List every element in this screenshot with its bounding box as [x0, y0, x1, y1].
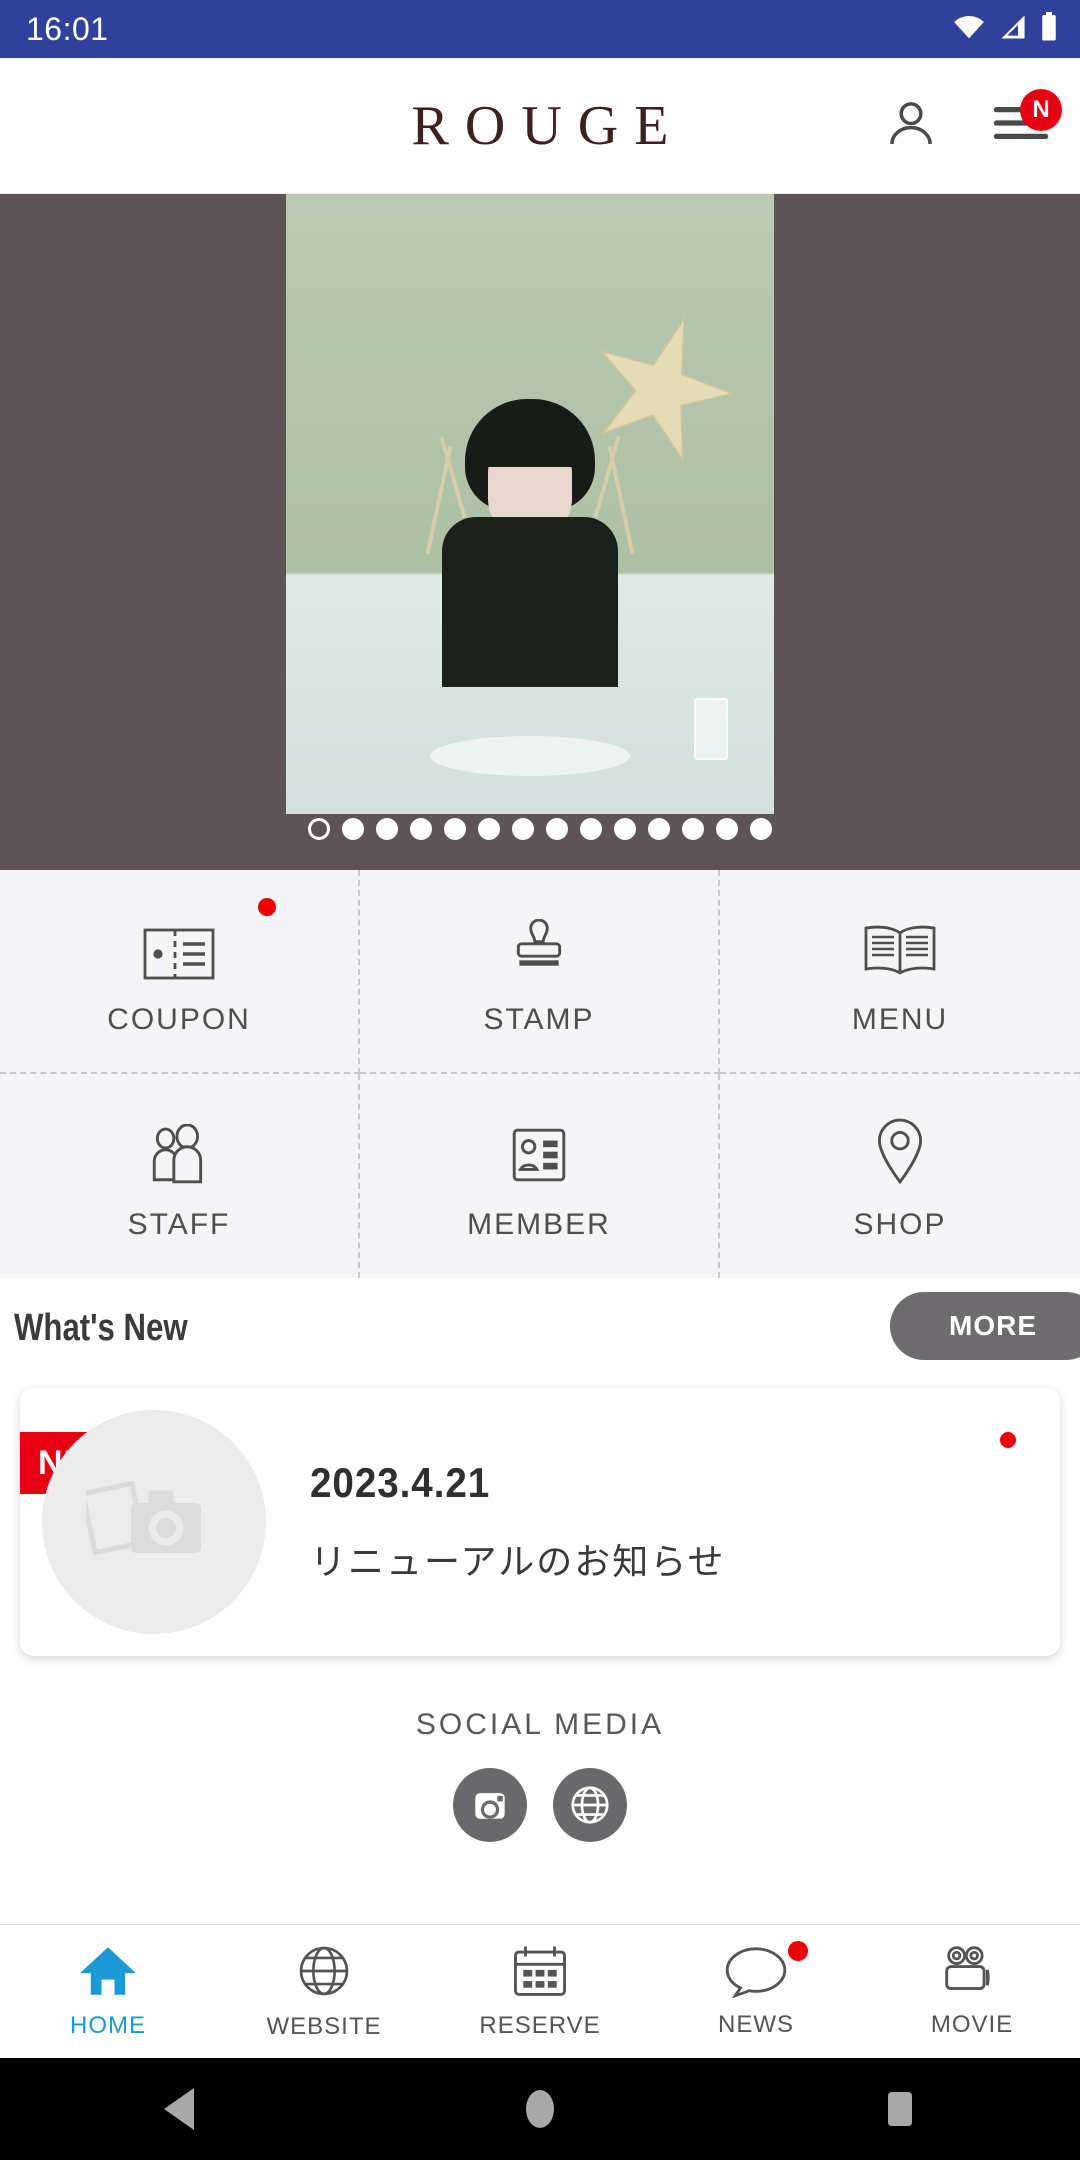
grid-item-shop[interactable]: SHOP [720, 1074, 1080, 1278]
carousel-dot[interactable] [478, 818, 500, 840]
header-actions: N [880, 88, 1062, 157]
open-book-icon [862, 905, 938, 981]
hero-glass [694, 698, 728, 760]
carousel-dot[interactable] [716, 818, 738, 840]
grid-item-stamp[interactable]: STAMP [360, 870, 720, 1074]
news-title: リニューアルのお知らせ [310, 1541, 726, 1582]
status-bar: 16:01 [0, 0, 1080, 58]
carousel-dot[interactable] [512, 818, 534, 840]
carousel-dot[interactable] [580, 818, 602, 840]
menu-notification-badge: N [1020, 88, 1062, 131]
hero-plate [430, 736, 630, 776]
hero-model-figure [415, 398, 645, 687]
person-icon [883, 95, 939, 156]
grid-item-label: MENU [851, 1003, 949, 1036]
grid-item-label: COUPON [107, 1003, 251, 1036]
hero-carousel[interactable] [0, 194, 1080, 870]
nav-item-home[interactable]: HOME [0, 1925, 216, 2058]
social-media-title: SOCIAL MEDIA [415, 1708, 665, 1741]
video-camera-icon [939, 1944, 1005, 2003]
news-thumbnail [42, 1410, 266, 1634]
carousel-dot[interactable] [342, 818, 364, 840]
status-icon-group [952, 11, 1058, 47]
social-media-links [0, 1768, 1080, 1842]
back-triangle-icon [164, 2088, 194, 2130]
nav-label: NEWS [718, 2011, 794, 2038]
nav-item-reserve[interactable]: RESERVE [432, 1925, 648, 2058]
nav-label: RESERVE [479, 2012, 601, 2039]
photo-camera-placeholder-icon [86, 1480, 201, 1556]
menu-button[interactable]: N [990, 88, 1062, 157]
carousel-dot[interactable] [682, 818, 704, 840]
nav-label: MOVIE [930, 2011, 1014, 2038]
status-time: 16:01 [26, 11, 109, 47]
location-pin-icon [873, 1110, 927, 1186]
instagram-link[interactable] [453, 1768, 527, 1842]
website-link[interactable] [553, 1768, 627, 1842]
whats-new-header: What's New MORE [0, 1278, 1080, 1378]
app-screen: 16:01 ROUGE N COUPON STAMP MENU STAFF ME… [0, 0, 1080, 2160]
carousel-dot[interactable] [376, 818, 398, 840]
home-circle-icon [526, 2090, 554, 2128]
carousel-dot[interactable] [614, 818, 636, 840]
news-content: 2023.4.21 リニューアルのお知らせ [310, 1459, 725, 1585]
carousel-dot[interactable] [410, 818, 432, 840]
grid-item-coupon[interactable]: COUPON [0, 870, 360, 1074]
grid-item-menu[interactable]: MENU [720, 870, 1080, 1074]
carousel-dot[interactable] [444, 818, 466, 840]
grid-item-member[interactable]: MEMBER [360, 1074, 720, 1278]
grid-item-label: STAMP [483, 1003, 595, 1036]
hero-slide-image[interactable] [286, 194, 774, 814]
cellular-signal-icon [998, 14, 1028, 45]
nav-item-news[interactable]: NEWS [648, 1925, 864, 2058]
wifi-icon [952, 14, 986, 45]
grid-item-staff[interactable]: STAFF [0, 1074, 360, 1278]
android-back-button[interactable] [110, 2086, 250, 2132]
news-unread-dot [1000, 1432, 1016, 1448]
home-icon [77, 1943, 139, 2004]
nav-item-website[interactable]: WEBSITE [216, 1925, 432, 2058]
carousel-dots[interactable] [0, 818, 1080, 840]
grid-item-label: SHOP [853, 1208, 947, 1241]
whats-new-more-button[interactable]: MORE [890, 1292, 1080, 1360]
globe-icon [295, 1942, 353, 2005]
carousel-dot[interactable] [308, 818, 330, 840]
carousel-dot[interactable] [750, 818, 772, 840]
news-nav-notification-dot [788, 1941, 808, 1961]
news-list-item[interactable]: NEW 2023.4.21 リニューアルのお知らせ [20, 1388, 1060, 1656]
carousel-dot[interactable] [546, 818, 568, 840]
nav-label: WEBSITE [266, 2013, 382, 2040]
android-home-button[interactable] [470, 2086, 610, 2132]
id-card-icon [508, 1110, 570, 1186]
whats-new-title: What's New [14, 1306, 188, 1349]
carousel-dot[interactable] [648, 818, 670, 840]
coupon-ticket-icon [143, 905, 215, 981]
android-recents-button[interactable] [830, 2086, 970, 2132]
android-system-nav [0, 2058, 1080, 2160]
recents-square-icon [888, 2092, 912, 2126]
bottom-navigation: HOME WEBSITE RESERVE NEWS MOVIE [0, 1924, 1080, 2058]
people-group-icon [146, 1110, 212, 1186]
grid-item-label: MEMBER [467, 1208, 611, 1241]
account-button[interactable] [880, 95, 942, 157]
instagram-icon [475, 1793, 505, 1819]
app-header: ROUGE N [0, 58, 1080, 194]
coupon-notification-dot [258, 898, 276, 916]
speech-bubble-icon [725, 1944, 787, 2003]
nav-item-movie[interactable]: MOVIE [864, 1925, 1080, 2058]
social-media-section: SOCIAL MEDIA [0, 1708, 1080, 1842]
calendar-icon [511, 1943, 569, 2004]
rubber-stamp-icon [508, 905, 570, 981]
grid-item-label: STAFF [127, 1208, 231, 1241]
globe-website-icon [571, 1786, 609, 1824]
grid-menu: COUPON STAMP MENU STAFF MEMBER SHOP [0, 870, 1080, 1278]
nav-label: HOME [70, 2012, 146, 2039]
news-date: 2023.4.21 [310, 1459, 491, 1506]
battery-icon [1040, 11, 1058, 47]
